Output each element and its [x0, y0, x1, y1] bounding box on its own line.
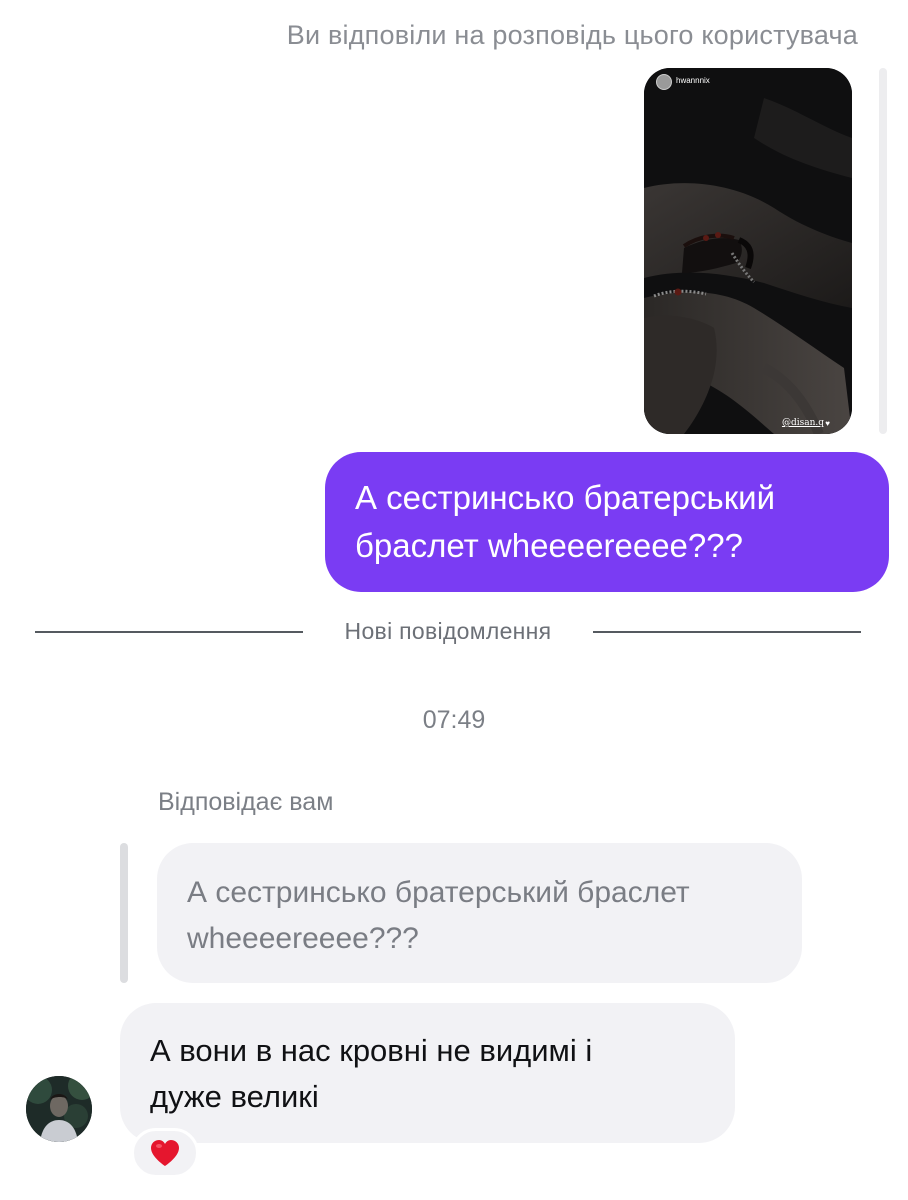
incoming-message-bubble[interactable]: А вони в нас кровні не видимі і дуже вел… [120, 1003, 735, 1143]
story-reply-caption: Ви відповіли на розповідь цього користув… [286, 20, 858, 50]
outgoing-message-line-1: А сестринсько братерський [355, 479, 776, 516]
story-author-avatar [656, 74, 672, 90]
outgoing-message-bubble[interactable]: А сестринсько братерський браслет wheeee… [325, 452, 889, 592]
divider-line-left [35, 631, 303, 633]
quote-bar [120, 843, 128, 983]
sender-avatar-image [26, 1076, 92, 1142]
message-timestamp: 07:49 [422, 706, 486, 734]
incoming-message-line-1: А вони в нас кровні не видимі і [150, 1033, 593, 1068]
story-photo [644, 68, 852, 434]
message-reaction[interactable] [131, 1128, 199, 1178]
story-username: hwannnix [676, 76, 710, 85]
replying-caption: Відповідає вам [158, 788, 334, 816]
story-scroll-indicator [879, 68, 887, 434]
new-messages-divider-label: Нові повідомлення [344, 618, 552, 644]
story-heart-icon: ♥ [825, 419, 830, 428]
chat-thread: Ви відповіли на розповідь цього користув… [0, 0, 908, 1200]
sender-avatar[interactable] [26, 1076, 92, 1142]
heart-icon [151, 1140, 179, 1166]
quoted-message-bubble[interactable]: А сестринсько братерський браслет wheeee… [157, 843, 802, 983]
quoted-message-line-1: А сестринсько братерський браслет [187, 876, 690, 909]
story-credit-tag: @disan.q [781, 418, 824, 428]
outgoing-message-line-2: браслет wheeeereeee??? [355, 527, 743, 564]
story-thumbnail[interactable]: hwannnix @disan.q ♥ [644, 68, 852, 434]
divider-line-right [593, 631, 861, 633]
incoming-message-line-2: дуже великі [150, 1079, 319, 1114]
quoted-message-line-2: wheeeereeee??? [187, 922, 419, 955]
